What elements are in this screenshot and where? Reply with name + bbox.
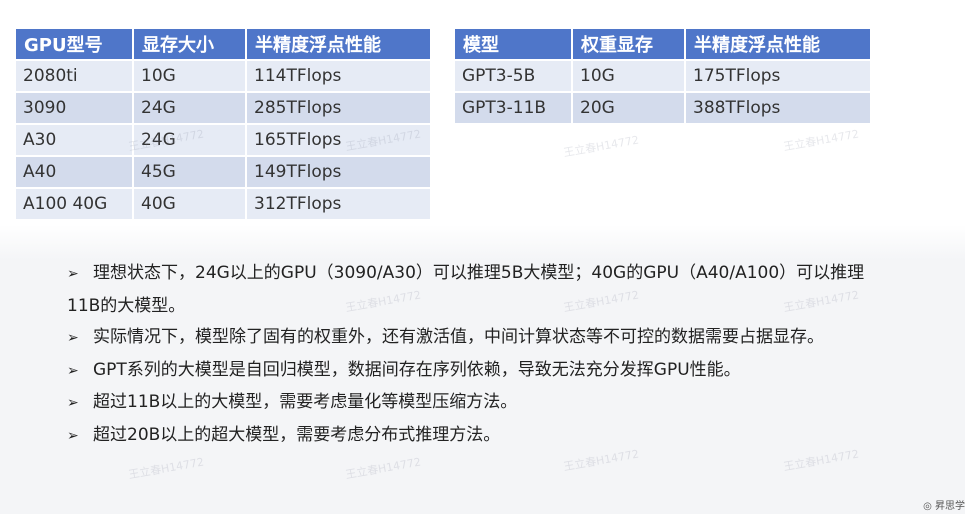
cell-model: GPT3-5B	[455, 61, 573, 93]
table-row: 2080ti 10G 114TFlops	[16, 61, 430, 93]
list-item: ➢ 超过11B以上的大模型，需要考虑量化等模型压缩方法。	[41, 387, 887, 420]
bullet-text: GPT系列的大模型是自回归模型，数据间存在序列依赖，导致无法充分发挥GPU性能。	[93, 359, 741, 380]
watermark: 王立春H14772	[344, 455, 422, 482]
cell-gpu-model: A30	[16, 125, 134, 157]
bullet-text: 超过20B以上的超大模型，需要考虑分布式推理方法。	[93, 424, 501, 445]
cell-gpu-model: A40	[16, 157, 134, 189]
arrow-bullet-icon: ➢	[67, 362, 79, 379]
model-spec-table: 模型 权重显存 半精度浮点性能 GPT3-5B 10G 175TFlops GP…	[455, 29, 870, 125]
cell-fp16-performance: 165TFlops	[247, 125, 430, 157]
table-row: GPT3-11B 20G 388TFlops	[455, 93, 870, 125]
table-row: GPT3-5B 10G 175TFlops	[455, 61, 870, 93]
arrow-bullet-icon: ➢	[67, 266, 79, 282]
watermark: 王立春H14772	[127, 455, 205, 482]
cell-memory-size: 24G	[134, 125, 247, 157]
table-header-row: GPU型号 显存大小 半精度浮点性能	[16, 29, 430, 61]
bullet-list: ➢ 理想状态下，24G以上的GPU（3090/A30）可以推理5B大模型；40G的…	[67, 258, 887, 452]
watermark: 王立春H14772	[782, 127, 860, 154]
table-row: A30 24G 165TFlops	[16, 125, 430, 157]
cell-memory-size: 45G	[134, 157, 247, 189]
cell-weight-memory: 20G	[573, 93, 686, 125]
cell-gpu-model: A100 40G	[16, 189, 134, 221]
corner-logo: ◎ 昇思学	[923, 501, 965, 512]
table-row: 3090 24G 285TFlops	[16, 93, 430, 125]
list-item: ➢ GPT系列的大模型是自回归模型，数据间存在序列依赖，导致无法充分发挥GPU性能…	[41, 355, 887, 388]
arrow-bullet-icon: ➢	[67, 395, 79, 411]
cell-gpu-model: 2080ti	[16, 61, 134, 93]
bullet-text: 实际情况下，模型除了固有的权重外，还有激活值，中间计算状态等不可控的数据需要占据…	[93, 327, 824, 347]
list-item: ➢ 实际情况下，模型除了固有的权重外，还有激活值，中间计算状态等不可控的数据需要占…	[41, 322, 887, 355]
cell-gpu-model: 3090	[16, 93, 134, 125]
cell-fp16-performance: 175TFlops	[686, 61, 870, 93]
cell-fp16-performance: 149TFlops	[247, 157, 430, 189]
table-row: A100 40G 40G 312TFlops	[16, 189, 430, 221]
watermark: 王立春H14772	[562, 133, 640, 160]
arrow-bullet-icon: ➢	[67, 427, 79, 444]
cell-memory-size: 40G	[134, 189, 247, 221]
cell-fp16-performance: 285TFlops	[247, 93, 430, 125]
header-gpu-model: GPU型号	[16, 29, 134, 61]
table-row: A40 45G 149TFlops	[16, 157, 430, 189]
header-memory-size: 显存大小	[134, 29, 247, 61]
cell-memory-size: 10G	[134, 61, 247, 93]
header-fp16-performance: 半精度浮点性能	[247, 29, 430, 61]
bullet-text: 理想状态下，24G以上的GPU（3090/A30）可以推理5B大模型；40G的G…	[67, 263, 865, 316]
cell-weight-memory: 10G	[573, 61, 686, 93]
cell-fp16-performance: 114TFlops	[247, 61, 430, 93]
list-item: ➢ 理想状态下，24G以上的GPU（3090/A30）可以推理5B大模型；40G的…	[41, 258, 887, 322]
list-item: ➢ 超过20B以上的超大模型，需要考虑分布式推理方法。	[41, 420, 887, 453]
cell-model: GPT3-11B	[455, 93, 573, 125]
arrow-bullet-icon: ➢	[67, 330, 79, 346]
cell-memory-size: 24G	[134, 93, 247, 125]
table-header-row: 模型 权重显存 半精度浮点性能	[455, 29, 870, 61]
header-weight-memory: 权重显存	[573, 29, 686, 61]
header-model: 模型	[455, 29, 573, 61]
bullet-text: 超过11B以上的大模型，需要考虑量化等模型压缩方法。	[93, 392, 518, 412]
cell-fp16-performance: 388TFlops	[686, 93, 870, 125]
header-fp16-performance: 半精度浮点性能	[686, 29, 870, 61]
cell-fp16-performance: 312TFlops	[247, 189, 430, 221]
slide: GPU型号 显存大小 半精度浮点性能 2080ti 10G 114TFlops …	[0, 0, 965, 514]
gpu-spec-table: GPU型号 显存大小 半精度浮点性能 2080ti 10G 114TFlops …	[16, 29, 430, 221]
